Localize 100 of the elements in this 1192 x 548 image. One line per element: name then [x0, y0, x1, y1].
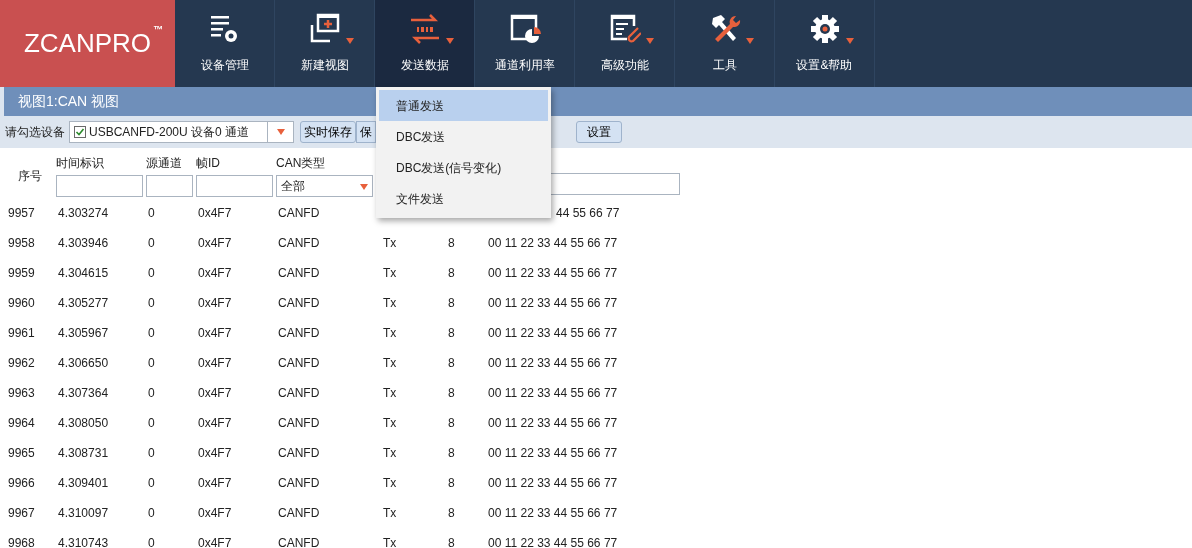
- table-cell: 4.308731: [58, 446, 109, 460]
- table-cell: CANFD: [278, 506, 320, 520]
- menu-item[interactable]: DBC发送: [379, 121, 548, 152]
- toolbar-button[interactable]: 实时保存: [300, 121, 356, 143]
- table-cell: 0: [148, 536, 155, 548]
- document-clip-icon: [608, 13, 641, 45]
- column-header: 时间标识: [56, 155, 105, 172]
- table-cell: 8: [448, 326, 455, 340]
- table-cell: 0x4F7: [198, 356, 232, 370]
- table-cell: 00 11 22 33 44 55 66 77: [488, 476, 618, 490]
- table-cell: Tx: [383, 326, 397, 340]
- table-cell: Tx: [383, 536, 397, 548]
- table-cell: 0x4F7: [198, 326, 232, 340]
- table-cell: Tx: [383, 476, 397, 490]
- table-cell: 9957: [8, 206, 35, 220]
- table-cell: Tx: [383, 416, 397, 430]
- table-cell: 0: [148, 476, 155, 490]
- table-cell: 0: [148, 326, 155, 340]
- table-cell: CANFD: [278, 446, 320, 460]
- table-cell: 00 11 22 33 44 55 66 77: [488, 446, 618, 460]
- table-cell: 9961: [8, 326, 35, 340]
- field-label: 请勾选设备: [5, 124, 63, 141]
- device-dropdown[interactable]: USBCANFD-200U 设备0 通道: [69, 121, 294, 143]
- table-cell: 4.309401: [58, 476, 109, 490]
- table-cell: 0x4F7: [198, 386, 232, 400]
- table-cell: 9967: [8, 506, 35, 520]
- table-cell: 8: [448, 416, 455, 430]
- menu-item[interactable]: DBC发送(信号变化): [379, 152, 548, 183]
- table-cell: Tx: [383, 296, 397, 310]
- caret-icon: [360, 183, 368, 190]
- filter-field[interactable]: [196, 175, 273, 197]
- table-cell: 8: [448, 536, 455, 548]
- table-cell: 0x4F7: [198, 296, 232, 310]
- toolbar-button[interactable]: 保: [356, 121, 376, 143]
- table-cell: 00 11 22 33 44 55 66 77: [488, 326, 618, 340]
- table-cell: Tx: [383, 266, 397, 280]
- column-header: CAN类型: [276, 155, 327, 172]
- table-cell: 0x4F7: [198, 236, 232, 250]
- table-cell: 8: [448, 266, 455, 280]
- table-cell: 4.306650: [58, 356, 109, 370]
- checkbox[interactable]: [74, 126, 86, 138]
- table-cell: 00 11 22 33 44 55 66 77: [488, 416, 618, 430]
- table-cell: 8: [448, 446, 455, 460]
- table-cell: 0x4F7: [198, 476, 232, 490]
- table-cell: 9962: [8, 356, 35, 370]
- table-cell: 0x4F7: [198, 416, 232, 430]
- table-cell: CANFD: [278, 296, 320, 310]
- filter-field[interactable]: [146, 175, 193, 197]
- window-pie-icon: [508, 13, 541, 45]
- table-cell: 0: [148, 296, 155, 310]
- table-cell: 00 11 22 33 44 55 66 77: [488, 266, 618, 280]
- table-cell: 9959: [8, 266, 35, 280]
- table-cell: 4.310097: [58, 506, 109, 520]
- table-cell: 00 11 22 33 44 55 66 77: [488, 386, 618, 400]
- filter-field[interactable]: [56, 175, 143, 197]
- table-cell: 0: [148, 356, 155, 370]
- toolbar-button[interactable]: 发送数据: [375, 0, 475, 87]
- table-cell: 4.303274: [58, 206, 109, 220]
- table-cell: 4.303946: [58, 236, 109, 250]
- table-cell: CANFD: [278, 536, 320, 548]
- table-cell: 00 11 22 33 44 55 66 77: [488, 536, 618, 548]
- logo-text: ZCANPRO: [23, 27, 152, 60]
- table-cell: 4.305967: [58, 326, 109, 340]
- table-cell: 9963: [8, 386, 35, 400]
- table-cell: CANFD: [278, 206, 320, 220]
- table-cell: 4.305277: [58, 296, 109, 310]
- table-cell: Tx: [383, 356, 397, 370]
- table-cell: CANFD: [278, 416, 320, 430]
- menu-item[interactable]: 普通发送: [379, 90, 548, 121]
- table-cell: 8: [448, 386, 455, 400]
- caret-icon: [276, 129, 285, 135]
- table-cell: 0: [148, 446, 155, 460]
- column-header: 帧ID: [196, 155, 221, 172]
- table-cell: 00 11 22 33 44 55 66 77: [488, 356, 618, 370]
- table-cell: 0: [148, 416, 155, 430]
- table-cell: 0: [148, 266, 155, 280]
- table-cell: 0x4F7: [198, 506, 232, 520]
- table-cell: 8: [448, 296, 455, 310]
- table-cell: 0x4F7: [198, 206, 232, 220]
- table-cell: 0: [148, 386, 155, 400]
- table-cell: 0x4F7: [198, 536, 232, 548]
- table-cell: Tx: [383, 236, 397, 250]
- table-cell: 8: [448, 506, 455, 520]
- table-cell: 00 11 22 33 44 55 66 77: [488, 236, 618, 250]
- table-cell: 0x4F7: [198, 446, 232, 460]
- table-cell: 9966: [8, 476, 35, 490]
- table-cell: CANFD: [278, 476, 320, 490]
- table-cell: 8: [448, 236, 455, 250]
- table-cell: CANFD: [278, 326, 320, 340]
- table-cell: 0: [148, 236, 155, 250]
- table-cell: 9965: [8, 446, 35, 460]
- table-cell: 9968: [8, 536, 35, 548]
- filter-dropdown[interactable]: 全部: [276, 175, 373, 197]
- toolbar-button[interactable]: 设置: [576, 121, 622, 143]
- column-header: 源通道: [146, 155, 183, 172]
- menu-item[interactable]: 文件发送: [379, 183, 548, 214]
- table-cell: CANFD: [278, 386, 320, 400]
- table-cell: 8: [448, 476, 455, 490]
- table-cell: 00 11 22 33 44 55 66 77: [488, 506, 618, 520]
- table-cell: CANFD: [278, 266, 320, 280]
